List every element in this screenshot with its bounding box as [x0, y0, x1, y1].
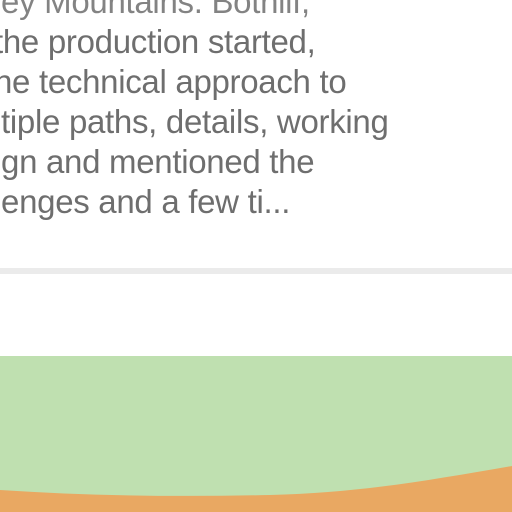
excerpt-line: ne technical approach to [0, 63, 347, 100]
article-card[interactable]: ley Mountains. Bothilf, the production s… [0, 0, 512, 512]
excerpt-line: ley Mountains. Bothilf, [0, 0, 310, 20]
article-thumbnail[interactable] [0, 356, 512, 512]
excerpt-line: ltiple paths, details, working [0, 103, 389, 140]
excerpt-line: ign and mentioned the [0, 143, 315, 180]
landscape-illustration [0, 356, 512, 512]
excerpt-line: lenges and a few ti... [0, 183, 291, 220]
excerpt-line: the production started, [0, 23, 316, 60]
article-excerpt[interactable]: ley Mountains. Bothilf, the production s… [0, 0, 512, 222]
